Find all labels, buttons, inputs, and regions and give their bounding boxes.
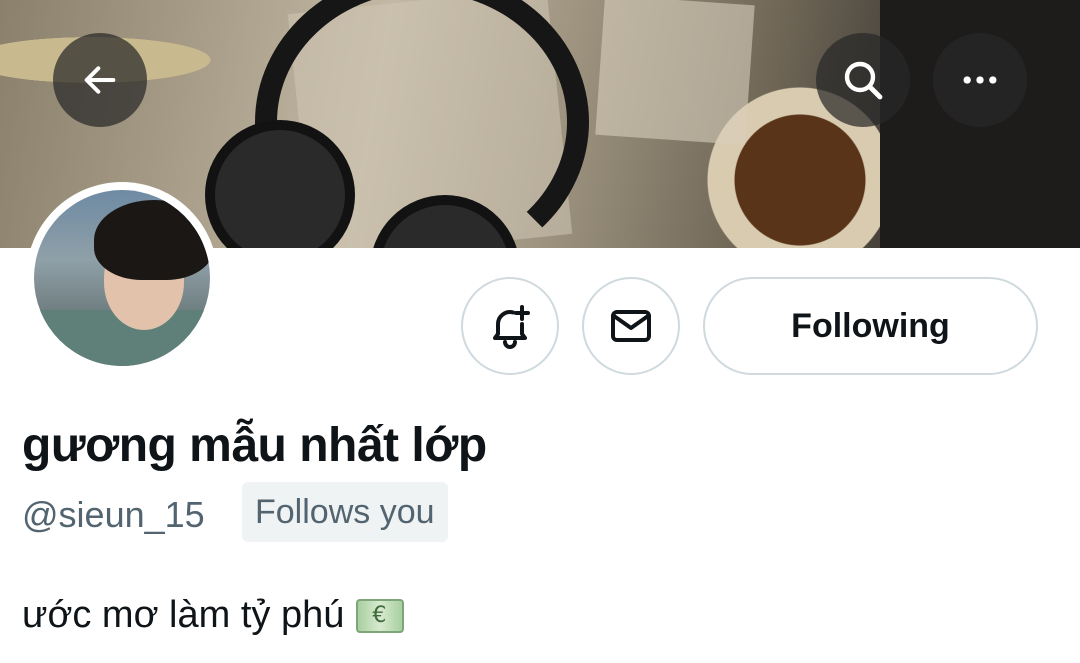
avatar-frame[interactable]	[26, 182, 218, 374]
back-button[interactable]	[53, 33, 147, 127]
search-button[interactable]	[816, 33, 910, 127]
mail-icon	[611, 310, 651, 342]
display-name: gương mẫu nhất lớp	[22, 419, 487, 472]
more-horizontal-icon	[963, 76, 997, 84]
profile-bio: ước mơ làm tỷ phú	[22, 594, 405, 637]
arrow-left-icon	[84, 66, 116, 94]
more-button[interactable]	[933, 33, 1027, 127]
notifications-button[interactable]	[461, 277, 559, 375]
bio-text: ước mơ làm tỷ phú	[22, 594, 345, 636]
bell-plus-icon	[493, 305, 530, 349]
banner-paper	[595, 0, 755, 146]
message-button[interactable]	[582, 277, 680, 375]
follows-you-badge: Follows you	[242, 482, 448, 542]
user-handle: @sieun_15	[22, 494, 205, 535]
money-emoji-icon	[356, 598, 405, 633]
following-button[interactable]: Following	[703, 277, 1038, 375]
search-icon	[844, 61, 883, 100]
avatar	[34, 190, 210, 366]
avatar-hair	[94, 200, 210, 280]
